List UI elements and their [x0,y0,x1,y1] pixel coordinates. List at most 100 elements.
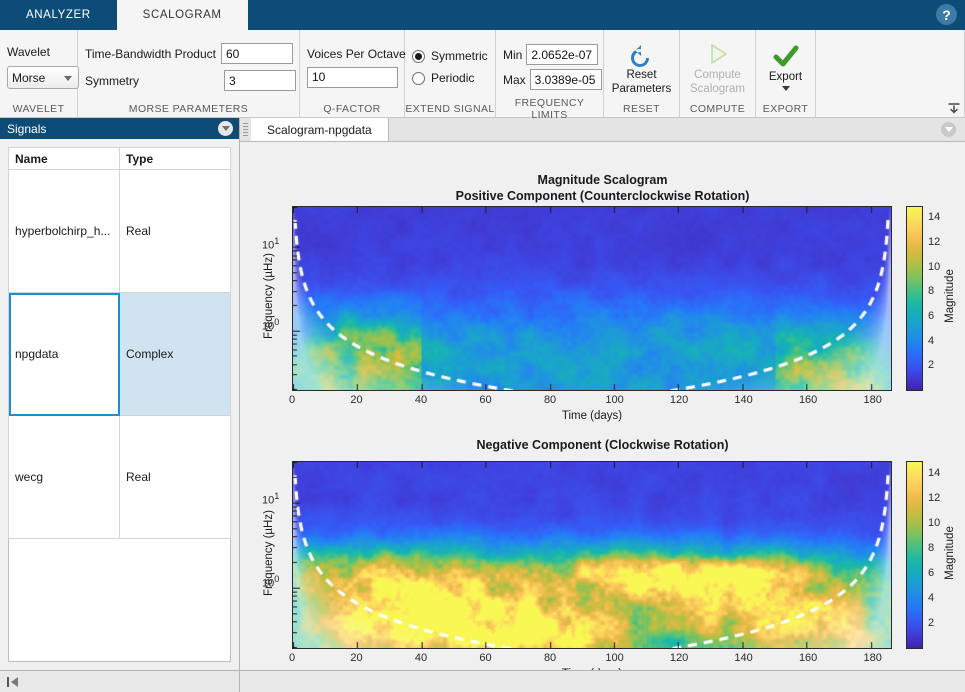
ribbon-group-reset: Reset Parameters RESET [604,30,680,117]
drag-grip-icon[interactable] [240,118,251,141]
symmetry-label: Symmetry [85,74,219,88]
section-label-qfactor: Q-FACTOR [300,100,404,117]
section-label-wavelet: WAVELET [0,100,77,117]
x-tick-label: 40 [409,652,433,664]
help-icon[interactable]: ? [936,4,957,25]
ribbon-filler [816,30,965,117]
compute-button-label-1: Compute [694,69,741,82]
plot1-colorbar-label: Magnitude [944,246,956,346]
radio-periodic[interactable]: Periodic [412,71,488,85]
scalogram-plot-negative: Negative Component (Clockwise Rotation) … [240,424,965,670]
signals-panel-menu-icon[interactable] [218,121,233,136]
colorbar-tick-label: 4 [928,335,934,347]
document-tabbar-filler [389,118,941,141]
radio-symmetric-icon [412,50,425,63]
signal-name[interactable]: hyperbolchirp_h... [9,170,120,293]
colorbar-tick-label: 2 [928,617,934,629]
x-tick-label: 140 [732,652,756,664]
table-row[interactable]: hyperbolchirp_h... Real [9,170,231,293]
plot1-ytick-1: 101 [262,236,279,252]
x-tick-label: 20 [345,652,369,664]
minimize-ribbon-icon[interactable] [947,101,961,115]
vpo-input[interactable] [307,67,398,88]
scalogram-plot-positive: Magnitude Scalogram Positive Component (… [240,142,965,424]
tab-analyzer[interactable]: ANALYZER [0,0,117,30]
freq-max-label: Max [503,73,526,87]
tbp-input[interactable] [221,43,293,64]
ribbon-group-extend: Symmetric Periodic EXTEND SIGNAL [405,30,496,117]
plot2-title: Negative Component (Clockwise Rotation) [240,437,965,453]
plot2-colorbar [906,461,923,649]
radio-symmetric-label: Symmetric [431,49,488,63]
radio-symmetric[interactable]: Symmetric [412,49,488,63]
x-tick-label: 180 [861,394,885,406]
signal-name[interactable]: wecg [9,416,120,539]
section-label-reset: RESET [604,100,679,117]
section-label-export: EXPORT [756,100,815,117]
ribbon-group-qfactor: Voices Per Octave Q-FACTOR [300,30,405,117]
column-header-name[interactable]: Name [9,148,120,170]
chevron-down-icon [64,76,72,81]
signal-type: Real [120,416,231,539]
plot2-axes[interactable] [292,461,892,649]
document-tab-scalogram-npgdata[interactable]: Scalogram-npgdata [251,118,389,141]
freq-min-label: Min [503,48,522,62]
plot1-axes[interactable] [292,206,892,391]
x-tick-label: 120 [667,652,691,664]
x-tick-label: 80 [538,394,562,406]
plot1-colorbar [906,206,923,391]
status-bar-right [240,671,965,692]
tbp-label: Time-Bandwidth Product [85,47,216,61]
document-tab-menu-icon[interactable] [941,122,956,137]
play-icon [703,41,733,68]
wavelet-select[interactable]: Morse [7,66,79,89]
colorbar-tick-label: 8 [928,285,934,297]
wavelet-select-value: Morse [12,71,45,85]
compute-scalogram-button[interactable]: Compute Scalogram [687,37,748,96]
symmetry-input[interactable] [224,70,296,91]
plot2-colorbar-label: Magnitude [944,503,956,603]
ribbon: Wavelet Morse WAVELET Time-Bandwidth Pro… [0,30,965,118]
radio-periodic-icon [412,72,425,85]
tab-scalogram[interactable]: SCALOGRAM [117,0,248,30]
document-area: Scalogram-npgdata Magnitude Scalogram Po… [240,118,965,670]
signals-panel: Signals Name Type hyperbolchirp_h... Rea… [0,118,240,670]
document-tabbar: Scalogram-npgdata [240,118,965,142]
x-tick-label: 20 [345,394,369,406]
signal-type: Complex [120,293,231,416]
ribbon-group-compute: Compute Scalogram COMPUTE [680,30,756,117]
reset-icon [627,41,657,68]
signal-name[interactable]: npgdata [9,293,120,416]
table-row[interactable]: npgdata Complex [9,293,231,416]
colorbar-tick-label: 12 [928,492,940,504]
colorbar-tick-label: 14 [928,467,940,479]
collapse-panel-icon[interactable] [6,676,20,688]
signal-type: Real [120,170,231,293]
x-tick-label: 0 [280,652,304,664]
checkmark-icon [771,45,801,70]
signals-panel-header: Signals [0,118,239,139]
x-tick-label: 100 [603,394,627,406]
ribbon-group-morse: Time-Bandwidth Product Symmetry MORSE PA… [78,30,300,117]
compute-button-label-2: Scalogram [690,83,745,96]
freq-min-input[interactable] [526,44,598,65]
table-row[interactable]: wecg Real [9,416,231,539]
signals-panel-body: Name Type hyperbolchirp_h... Real npgdat… [0,139,239,670]
empty-cell [9,539,120,662]
export-dropdown-icon[interactable] [779,85,793,92]
vpo-label: Voices Per Octave [307,47,406,61]
plot1-subtitle: Positive Component (Counterclockwise Rot… [240,188,965,204]
section-label-freqlimits: FREQUENCY LIMITS [496,100,603,117]
column-header-type[interactable]: Type [120,148,231,170]
freq-max-input[interactable] [530,69,602,90]
x-tick-label: 80 [538,652,562,664]
export-button[interactable]: Export [763,41,808,92]
radio-periodic-label: Periodic [431,71,474,85]
ribbon-group-freqlimits: Min Max FREQUENCY LIMITS [496,30,604,117]
plot1-ytick-0: 100 [262,317,279,333]
section-label-extend: EXTEND SIGNAL [405,100,495,117]
signals-table: Name Type hyperbolchirp_h... Real npgdat… [8,147,231,662]
reset-parameters-button[interactable]: Reset Parameters [611,37,672,96]
x-tick-label: 40 [409,394,433,406]
status-bar-left [0,671,240,692]
